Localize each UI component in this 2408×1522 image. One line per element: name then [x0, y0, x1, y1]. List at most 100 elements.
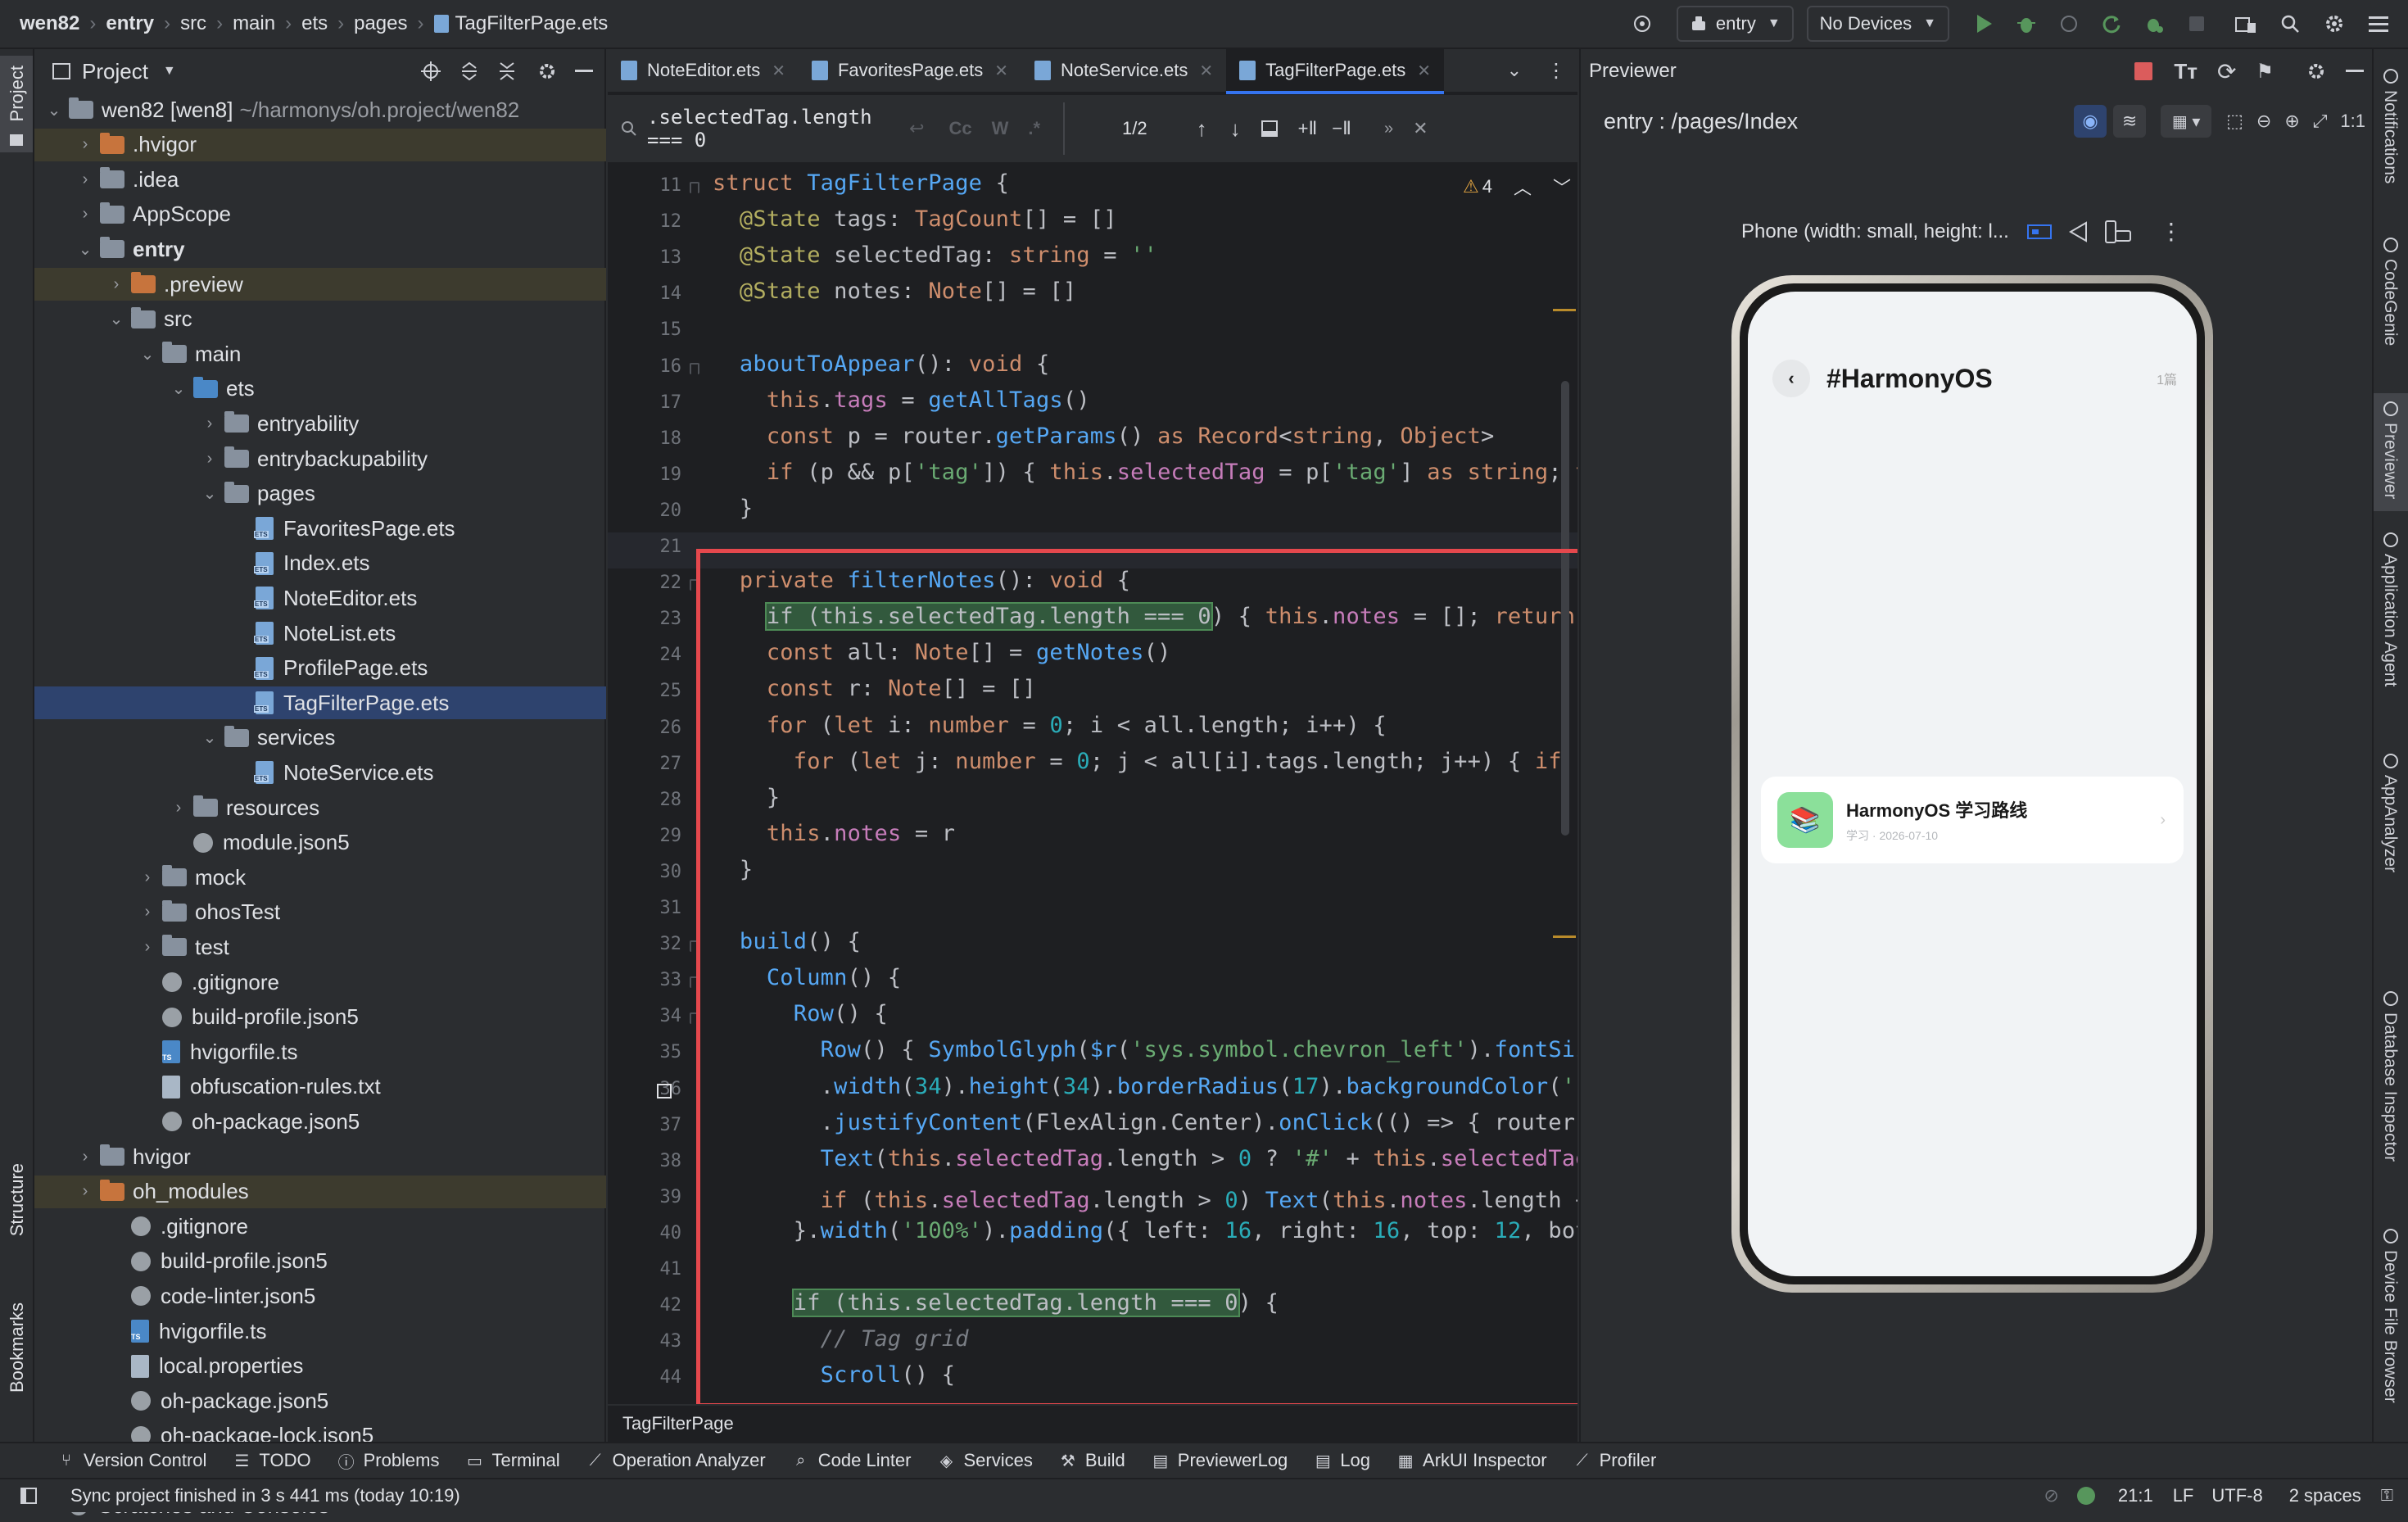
bottom-tool-button[interactable]: ▭ Terminal	[466, 1450, 560, 1471]
bottom-tool-button[interactable]: ☰ TODO	[233, 1450, 310, 1471]
regex-toggle[interactable]: .*	[1028, 118, 1040, 139]
tree-item[interactable]: code-linter.json5	[34, 1280, 606, 1312]
back-triangle-icon[interactable]	[2068, 220, 2088, 242]
remove-occurrence-icon[interactable]: −Ⅱ	[1332, 118, 1351, 139]
tree-item[interactable]: ⌄ pages	[34, 478, 606, 510]
tree-item[interactable]: › ohosTest	[34, 896, 606, 929]
search-icon[interactable]	[2274, 13, 2306, 34]
whole-word-toggle[interactable]: W	[992, 118, 1009, 139]
bottom-tool-button[interactable]: ⌕ Code Linter	[792, 1450, 911, 1471]
tree-item[interactable]: ProfilePage.ets	[34, 652, 606, 685]
attach-icon[interactable]	[2053, 13, 2085, 34]
tree-item[interactable]: › entrybackupability	[34, 442, 606, 475]
inspector-icon[interactable]: ◉	[2074, 105, 2107, 138]
chevron-down-icon[interactable]: ▼	[163, 64, 176, 79]
tree-item[interactable]: FavoritesPage.ets	[34, 512, 606, 545]
chevron-right-icon[interactable]: ›	[200, 414, 220, 433]
fold-icon[interactable]	[690, 362, 699, 374]
arrow-down-icon[interactable]: ↓	[1230, 116, 1241, 142]
chevron-right-icon[interactable]: ›	[75, 205, 95, 224]
locate-icon[interactable]	[421, 61, 441, 81]
tree-item[interactable]: › test	[34, 931, 606, 963]
stop-icon[interactable]	[2134, 62, 2153, 80]
bottom-tool-button[interactable]: ⑂ Version Control	[57, 1450, 206, 1471]
tree-item[interactable]: NoteService.ets	[34, 756, 606, 789]
caret-position[interactable]: 21:1	[2118, 1485, 2153, 1506]
indent-setting[interactable]: 2 spaces	[2289, 1485, 2361, 1506]
tree-item[interactable]: › .preview	[34, 268, 606, 301]
more-icon[interactable]: »	[1384, 120, 1393, 138]
tree-item[interactable]: NoteEditor.ets	[34, 582, 606, 614]
panel-toggle-icon[interactable]	[20, 1487, 38, 1505]
match-case-toggle[interactable]: Cc	[948, 118, 971, 139]
project-tool-button[interactable]: Project	[0, 56, 33, 152]
profile-icon[interactable]	[2138, 13, 2170, 34]
tree-item[interactable]: ⌄ src	[34, 303, 606, 336]
gear-icon[interactable]	[2306, 61, 2326, 81]
close-icon[interactable]: ✕	[994, 61, 1008, 81]
chevron-right-icon[interactable]: ›	[138, 937, 157, 957]
breadcrumb-item[interactable]: ets	[301, 12, 328, 35]
chevron-right-icon[interactable]: ›	[138, 867, 157, 887]
minimize-icon[interactable]	[2346, 70, 2364, 73]
breadcrumb-item[interactable]: entry	[106, 12, 154, 35]
tree-item[interactable]: › hvigor	[34, 1140, 606, 1173]
tree-item[interactable]: hvigorfile.ts	[34, 1315, 606, 1348]
gear-icon[interactable]	[537, 61, 557, 81]
breadcrumb-item[interactable]: TagFilterPage.ets	[455, 12, 609, 35]
editor-tab[interactable]: NoteService.ets ✕	[1021, 48, 1226, 93]
back-button[interactable]: ‹	[1772, 360, 1810, 397]
chevron-down-icon[interactable]: ⌄	[1507, 60, 1522, 81]
tree-item[interactable]: › .idea	[34, 163, 606, 196]
chevron-down-icon[interactable]: ⌄	[44, 100, 64, 120]
chevron-right-icon[interactable]: ›	[75, 1182, 95, 1202]
right-tool-button[interactable]: Notifications	[2374, 61, 2408, 196]
structure-tool-label[interactable]: Structure	[7, 1163, 28, 1236]
tree-item[interactable]: ⌄ main	[34, 337, 606, 370]
fit-icon[interactable]: ⤢	[2313, 111, 2328, 132]
bottom-tool-button[interactable]: ⟋ Profiler	[1573, 1450, 1657, 1471]
zoom-in-icon[interactable]: ⊕	[2284, 111, 2299, 132]
rotate-icon[interactable]	[2104, 220, 2132, 244]
chevron-down-icon[interactable]: ⌄	[138, 344, 157, 364]
phone-screen[interactable]: ‹ #HarmonyOS 1篇 📚 HarmonyOS 学习路线 学习 · 20…	[1748, 292, 2197, 1276]
font-size-icon[interactable]: Tт	[2174, 59, 2198, 84]
bottom-tool-button[interactable]: ◈ Services	[938, 1450, 1033, 1471]
tree-item[interactable]: › entryability	[34, 407, 606, 440]
apply-changes-icon[interactable]	[2095, 13, 2128, 34]
chevron-right-icon[interactable]: ›	[75, 1147, 95, 1166]
chevron-down-icon[interactable]: ⌄	[169, 379, 188, 399]
chevron-right-icon[interactable]: ›	[75, 135, 95, 155]
close-icon[interactable]: ✕	[772, 61, 785, 81]
hamburger-icon[interactable]	[2362, 15, 2395, 33]
bottom-tool-button[interactable]: ▤ Log	[1314, 1450, 1370, 1471]
status-indicator[interactable]	[2076, 1487, 2095, 1505]
bottom-tool-button[interactable]: ⓘ Problems	[337, 1450, 440, 1472]
run-icon[interactable]	[1967, 13, 2000, 34]
tree-item[interactable]: ⌄ entry	[34, 233, 606, 265]
structure-breadcrumb[interactable]: TagFilterPage	[622, 1413, 734, 1434]
right-tool-button[interactable]: Database Inspector	[2374, 983, 2408, 1174]
bookmarks-tool-label[interactable]: Bookmarks	[7, 1302, 28, 1393]
crop-icon[interactable]: ⬚	[2226, 111, 2243, 132]
pin-icon[interactable]: ⚑	[2256, 60, 2274, 84]
no-access-icon[interactable]: ⊘	[2044, 1485, 2058, 1506]
tree-item[interactable]: oh-package.json5	[34, 1105, 606, 1138]
chevron-down-icon[interactable]: ﹀	[1553, 174, 1571, 200]
tree-item[interactable]: ⌄ ets	[34, 373, 606, 405]
breadcrumb-item[interactable]: src	[180, 12, 206, 35]
tree-item[interactable]: Index.ets	[34, 547, 606, 580]
tree-item[interactable]: module.json5	[34, 827, 606, 859]
bottom-tool-button[interactable]: ⟋ Operation Analyzer	[586, 1450, 766, 1471]
chevron-down-icon[interactable]: ⌄	[106, 310, 126, 329]
actual-size-icon[interactable]: 1:1	[2340, 111, 2365, 132]
close-icon[interactable]: ✕	[1199, 61, 1213, 81]
tree-item[interactable]: .gitignore	[34, 966, 606, 999]
tree-item[interactable]: NoteList.ets	[34, 617, 606, 650]
note-card[interactable]: 📚 HarmonyOS 学习路线 学习 · 2026-07-10 ›	[1761, 777, 2184, 863]
code-view[interactable]: ⚠ 4 ︿ ﹀ 11 struct TagFilterPage {12 @Stat…	[608, 164, 1577, 1442]
tree-item[interactable]: ⌄ wen82 [wen8] ~/harmonys/oh.project/wen82	[34, 93, 606, 126]
line-separator[interactable]: LF	[2173, 1485, 2194, 1506]
debug-icon[interactable]	[2010, 13, 2043, 34]
find-input[interactable]: .selectedTag.length === 0	[647, 106, 893, 152]
